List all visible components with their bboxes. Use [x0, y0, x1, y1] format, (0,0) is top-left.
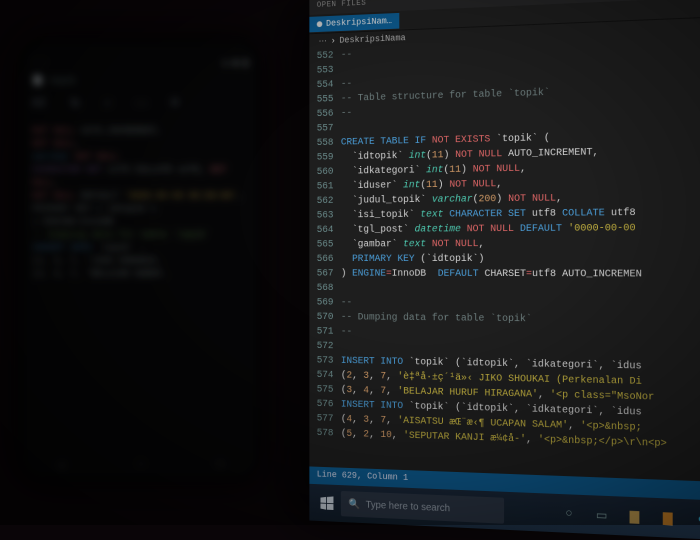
laptop-screen: OPEN FILES DeskripsiNam… ⋯ › DeskripsiNa…	[309, 0, 700, 540]
code-content[interactable]: -- ---- Table structure for table `topik…	[341, 34, 700, 454]
phone-editor: NOT NULL AUTO_INCREMENT,NOT NULL,varchar…	[32, 125, 248, 281]
taskbar-search[interactable]: 🔍 Type here to search	[341, 491, 504, 524]
phone-tab: 📄 topik	[32, 76, 248, 86]
phone-device: ··· ▲ ◆ ▮ 📄 topik AI↻⌕⋯≡ NOT NULL AUTO_I…	[20, 40, 260, 480]
cortana-icon[interactable]: ○	[556, 500, 582, 527]
code-editor[interactable]: 5525535545555565575585595605615625635645…	[309, 34, 700, 454]
phone-time: ···	[32, 58, 46, 68]
search-icon: 🔍	[348, 499, 360, 510]
phone-signal-icon: ▲ ◆ ▮	[223, 58, 248, 68]
phone-nav-bar: ◁○□	[20, 460, 260, 472]
explorer-icon[interactable]: ▇	[621, 503, 648, 531]
windows-icon	[320, 496, 333, 510]
breadcrumb-more-icon: ⋯	[319, 36, 327, 46]
search-placeholder: Type here to search	[366, 499, 450, 514]
tab-modified-icon	[317, 21, 323, 27]
phone-toolbar: AI↻⌕⋯≡	[32, 96, 248, 111]
start-button[interactable]	[313, 488, 341, 518]
breadcrumb-file[interactable]: DeskripsiNama	[339, 33, 405, 45]
file-tab[interactable]: DeskripsiNam…	[309, 12, 399, 31]
tab-label: DeskripsiNam…	[326, 16, 392, 29]
taskbar-icons: ○▭▇▇●	[556, 500, 700, 534]
line-gutter: 5525535545555565575585595605615625635645…	[309, 48, 341, 441]
phone-status-bar: ··· ▲ ◆ ▮	[32, 58, 248, 68]
sublime-icon[interactable]: ▇	[654, 504, 681, 532]
edge-icon[interactable]: ●	[688, 505, 700, 533]
